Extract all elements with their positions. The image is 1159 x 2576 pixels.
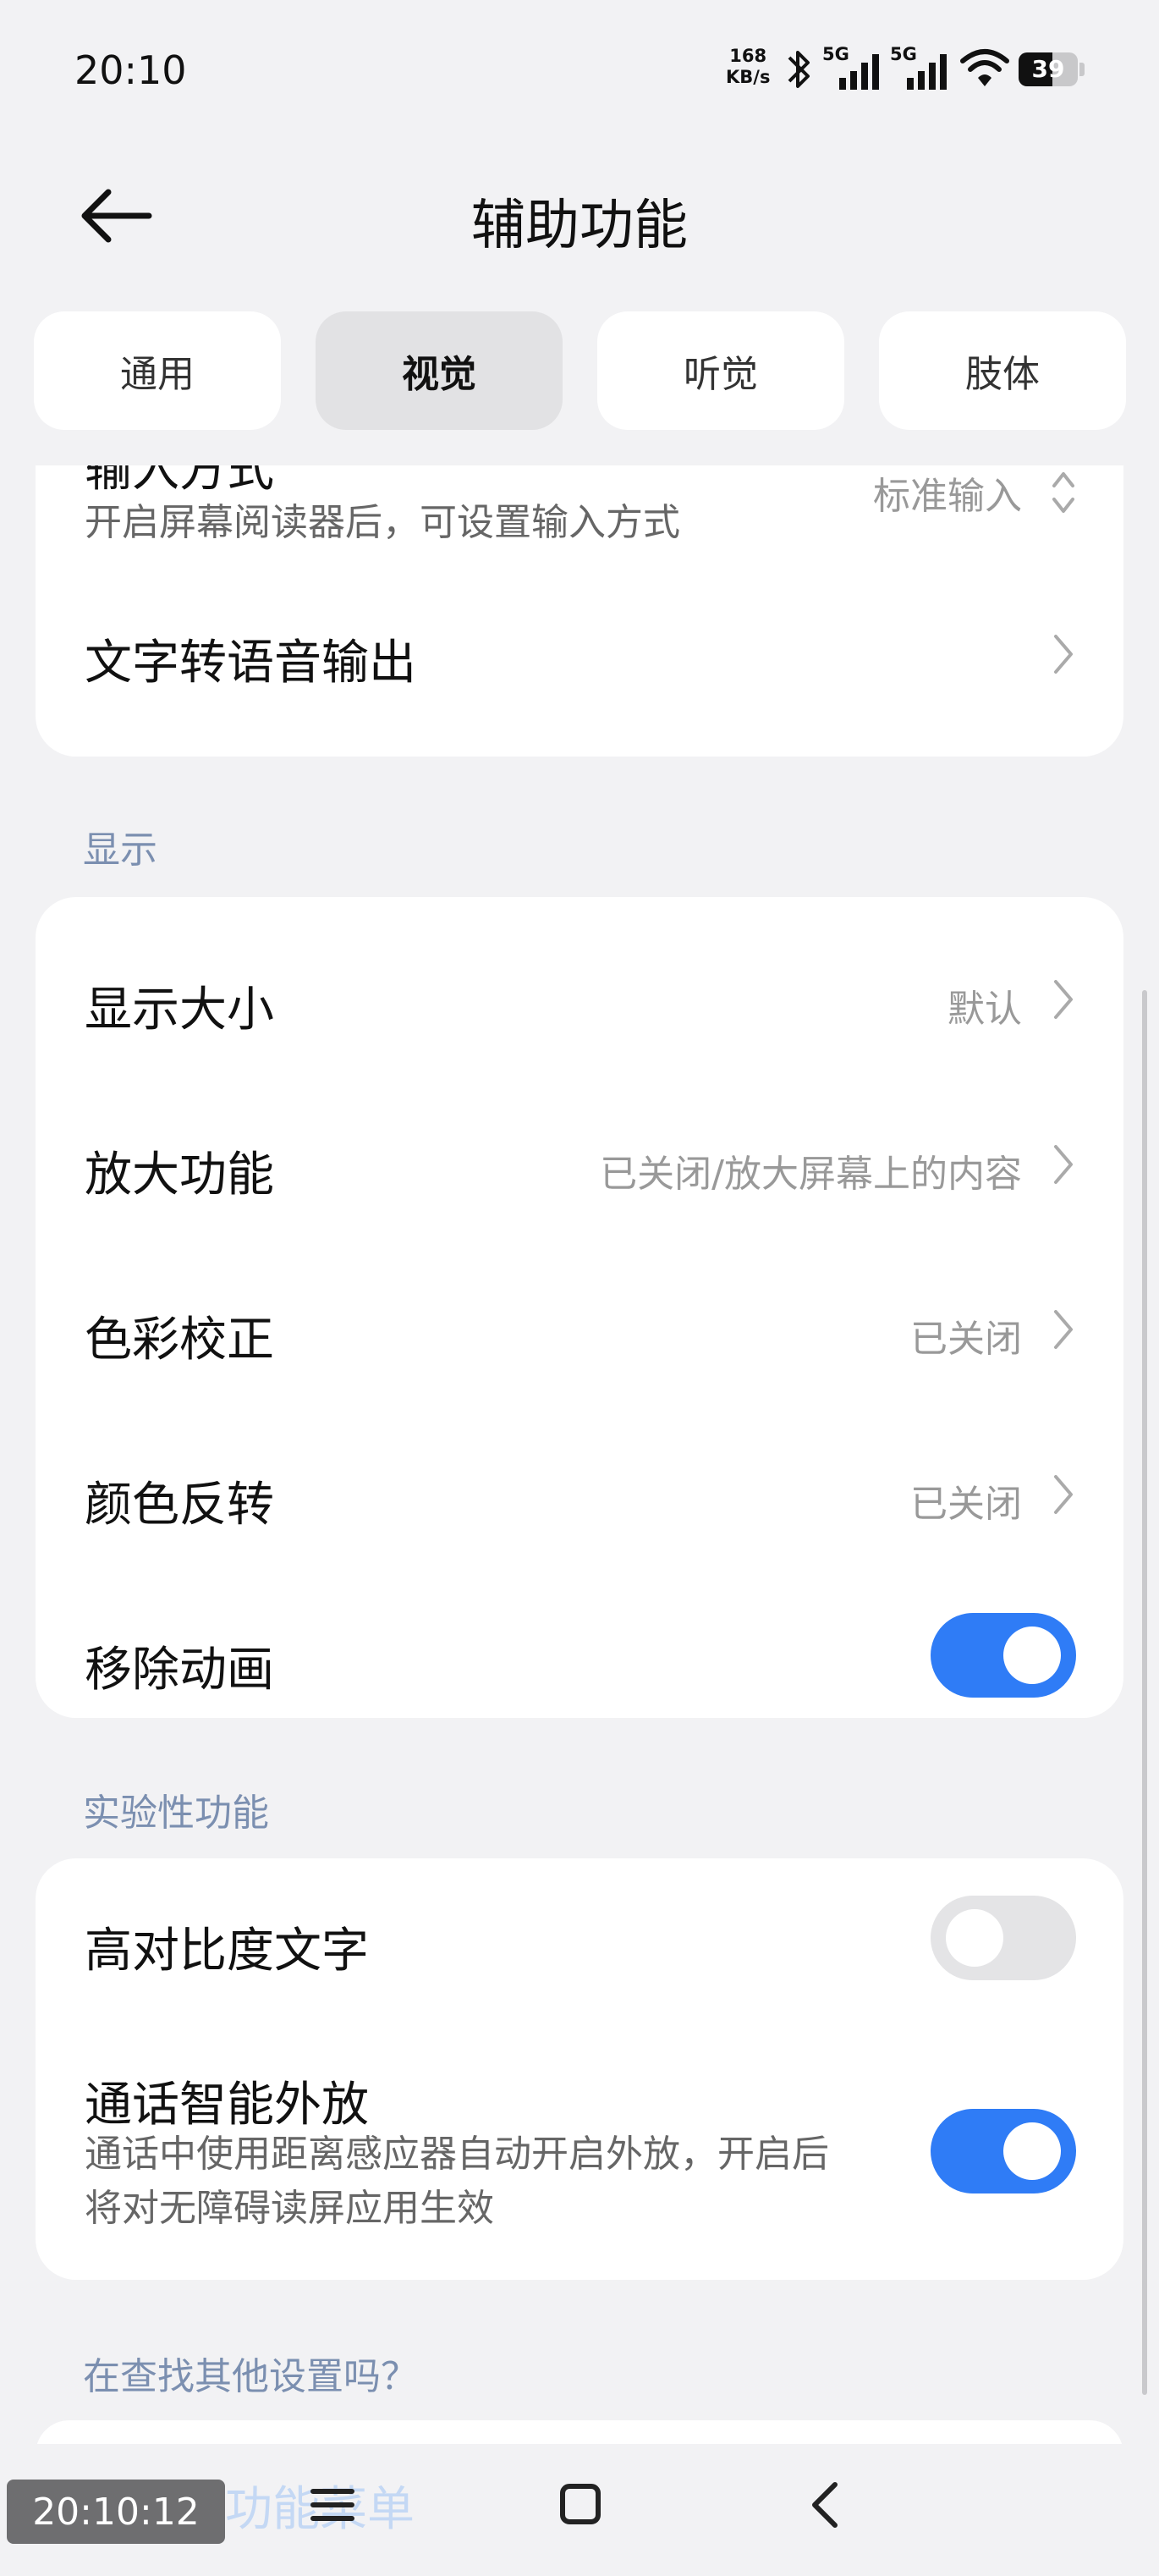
section-title-other: 在查找其他设置吗？ xyxy=(83,2355,418,2398)
scrollbar[interactable] xyxy=(1142,990,1147,2395)
input-method-value: 标准输入 xyxy=(873,475,1022,518)
network-speed: 168 KB/s xyxy=(726,46,770,88)
battery-icon: 39 xyxy=(1019,52,1078,86)
magnification-value: 已关闭/放大屏幕上的内容 xyxy=(600,1153,1022,1196)
smart-speaker-label: 通话智能外放 xyxy=(85,2078,369,2133)
tab-hearing[interactable]: 听觉 xyxy=(597,311,844,430)
expand-toggle-icon xyxy=(1052,472,1074,513)
remove-animation-row: 移除动画 xyxy=(36,1591,1123,1718)
color-inversion-row[interactable]: 颜色反转 已关闭 xyxy=(36,1426,1123,1561)
display-size-label: 显示大小 xyxy=(85,983,274,1038)
display-size-row[interactable]: 显示大小 默认 xyxy=(36,931,1123,1066)
smart-speaker-toggle[interactable] xyxy=(931,2109,1076,2193)
section-title-display: 显示 xyxy=(83,828,157,872)
high-contrast-toggle[interactable] xyxy=(931,1896,1076,1980)
tab-general[interactable]: 通用 xyxy=(34,311,281,430)
status-time: 20:10 xyxy=(74,47,187,93)
display-card: 显示大小 默认 放大功能 已关闭/放大屏幕上的内容 色彩校正 已关闭 颜色反转 … xyxy=(36,897,1123,1718)
tab-bar-edge xyxy=(36,432,1123,465)
magnification-label: 放大功能 xyxy=(85,1148,274,1203)
toggle-knob xyxy=(1003,1627,1061,1684)
chevron-right-icon xyxy=(1054,1145,1073,1184)
page-title: 辅助功能 xyxy=(471,195,688,257)
smart-speaker-subtitle-2: 将对无障碍读屏应用生效 xyxy=(85,2187,494,2230)
category-tabs: 通用 视觉 听觉 肢体 xyxy=(34,311,1126,432)
experimental-card: 高对比度文字 通话智能外放 通话中使用距离感应器自动开启外放，开启后 将对无障碍… xyxy=(36,1858,1123,2280)
display-size-value: 默认 xyxy=(948,988,1022,1031)
input-method-subtitle: 开启屏幕阅读器后，可设置输入方式 xyxy=(85,501,680,544)
network-speed-value: 168 xyxy=(729,46,767,66)
status-bar: 20:10 168 KB/s 5G 5G 39 xyxy=(0,0,1159,144)
toggle-knob xyxy=(1003,2122,1061,2180)
screen-reader-card: 输入方式 开启屏幕阅读器后，可设置输入方式 标准输入 文字转语音输出 xyxy=(36,465,1123,757)
high-contrast-label: 高对比度文字 xyxy=(85,1924,369,1979)
magnification-row[interactable]: 放大功能 已关闭/放大屏幕上的内容 xyxy=(36,1096,1123,1231)
input-method-label: 输入方式 xyxy=(85,465,274,498)
smart-speaker-subtitle-1: 通话中使用距离感应器自动开启外放，开启后 xyxy=(85,2133,829,2176)
bluetooth-icon xyxy=(788,51,810,88)
tts-row[interactable]: 文字转语音输出 xyxy=(36,592,1123,711)
tab-physical[interactable]: 肢体 xyxy=(879,311,1126,430)
smart-speaker-row: 通话智能外放 通话中使用距离感应器自动开启外放，开启后 将对无障碍读屏应用生效 xyxy=(36,2053,1123,2265)
remove-animation-label: 移除动画 xyxy=(85,1643,274,1698)
wifi-icon xyxy=(960,49,1009,86)
clock-overlay: 20:10:12 xyxy=(7,2480,225,2544)
color-inversion-label: 颜色反转 xyxy=(85,1478,274,1533)
toggle-knob xyxy=(946,1909,1003,1967)
signal-1-icon: 5G xyxy=(822,44,883,91)
battery-level: 39 xyxy=(1031,55,1065,83)
chevron-right-icon xyxy=(1054,635,1073,674)
chevron-right-icon xyxy=(1054,1475,1073,1514)
high-contrast-row: 高对比度文字 xyxy=(36,1884,1123,2019)
tab-vision[interactable]: 视觉 xyxy=(316,311,563,430)
battery-tip xyxy=(1079,63,1085,76)
back-nav-icon[interactable] xyxy=(808,2480,842,2530)
chevron-right-icon xyxy=(1054,1310,1073,1349)
input-method-row[interactable]: 输入方式 开启屏幕阅读器后，可设置输入方式 标准输入 xyxy=(36,465,1123,575)
home-icon[interactable] xyxy=(558,2480,602,2530)
color-inversion-value: 已关闭 xyxy=(910,1483,1022,1526)
color-correction-label: 色彩校正 xyxy=(85,1313,274,1368)
color-correction-row[interactable]: 色彩校正 已关闭 xyxy=(36,1261,1123,1396)
color-correction-value: 已关闭 xyxy=(910,1318,1022,1361)
remove-animation-toggle[interactable] xyxy=(931,1613,1076,1698)
signal-2-icon: 5G xyxy=(890,44,951,91)
section-title-experimental: 实验性功能 xyxy=(83,1792,269,1835)
tts-label: 文字转语音输出 xyxy=(85,636,416,691)
menu-icon[interactable] xyxy=(310,2480,355,2530)
network-speed-unit: KB/s xyxy=(726,67,771,87)
chevron-right-icon xyxy=(1054,980,1073,1019)
